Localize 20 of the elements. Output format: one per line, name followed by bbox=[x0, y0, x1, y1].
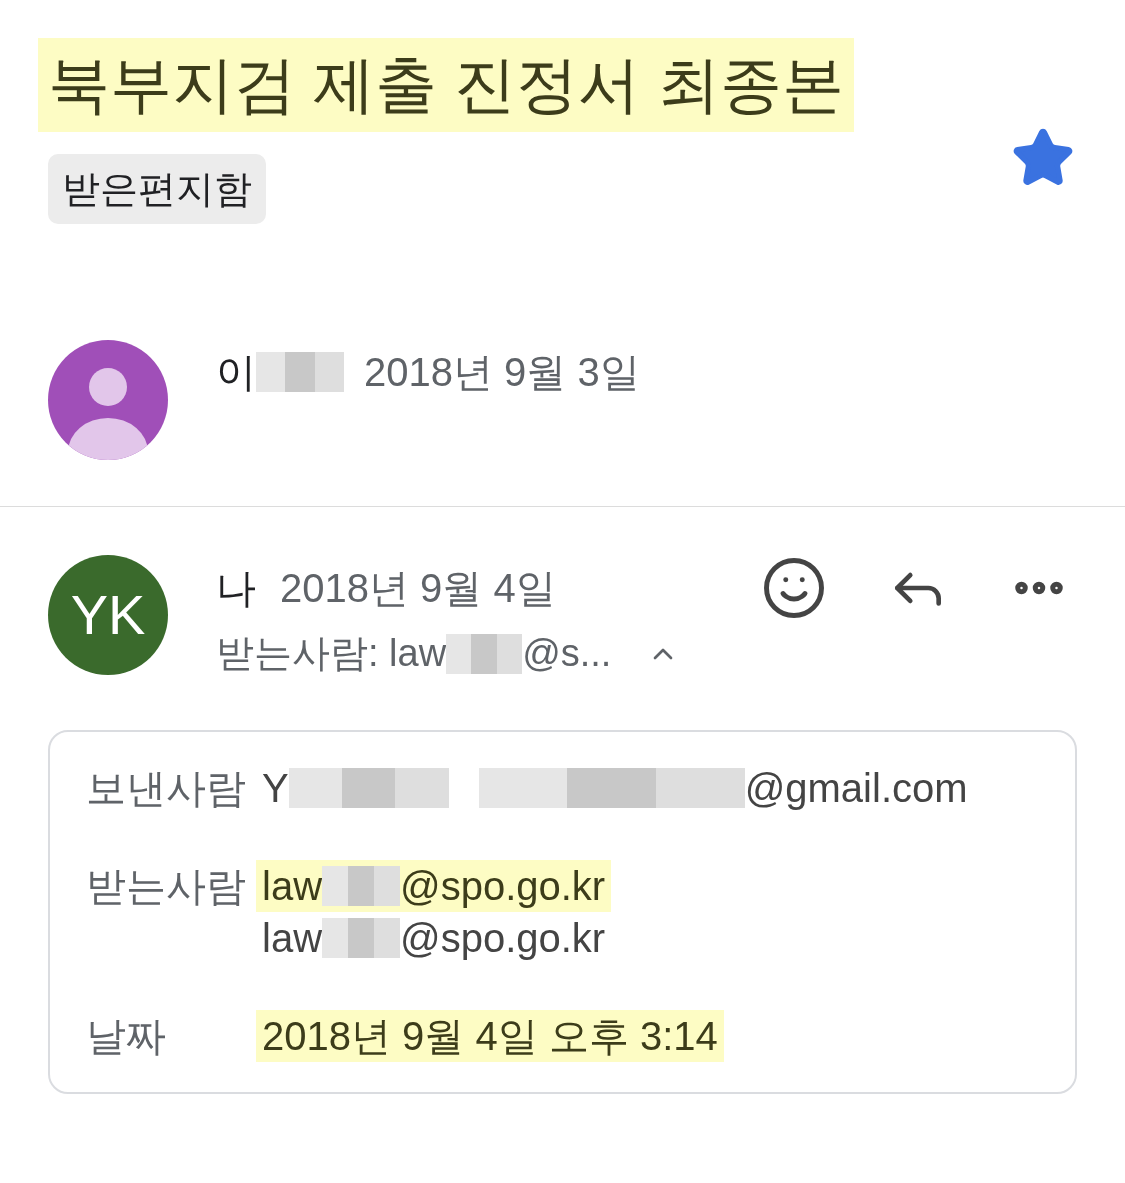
detail-value: @gmail.com bbox=[744, 765, 968, 812]
detail-value: law bbox=[262, 863, 323, 910]
detail-value: 2018년 9월 4일 오후 3:14 bbox=[262, 1013, 718, 1060]
recipient-suffix: @s... bbox=[522, 631, 612, 676]
sender-name: 나 bbox=[216, 565, 256, 612]
detail-label: 날짜 bbox=[86, 1013, 167, 1060]
message-date: 2018년 9월 4일 bbox=[280, 565, 556, 612]
detail-value: Y bbox=[262, 765, 289, 812]
label-chip[interactable]: 받은편지함 bbox=[48, 154, 266, 224]
avatar: YK bbox=[48, 555, 168, 675]
emoji-icon[interactable] bbox=[761, 555, 827, 621]
sender-name: 이 bbox=[216, 349, 256, 396]
recipient-prefix: 받는사람: law bbox=[216, 631, 447, 676]
detail-label: 받는사람 bbox=[86, 863, 247, 910]
detail-value: @spo.go.kr bbox=[400, 863, 606, 910]
email-subject: 북부지검 제출 진정서 최종본 bbox=[38, 38, 854, 132]
message-date: 2018년 9월 3일 bbox=[364, 349, 640, 396]
detail-value: @spo.go.kr bbox=[400, 915, 606, 962]
detail-value: law bbox=[262, 915, 323, 962]
detail-label: 보낸사람 bbox=[86, 765, 247, 812]
